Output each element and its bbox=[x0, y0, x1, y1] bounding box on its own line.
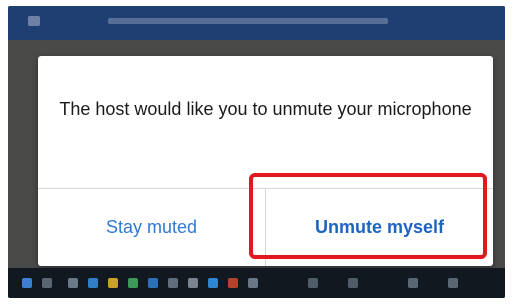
start-icon[interactable] bbox=[22, 278, 32, 288]
window-title-bar bbox=[8, 6, 505, 40]
app-icon[interactable] bbox=[308, 278, 318, 288]
app-icon[interactable] bbox=[88, 278, 98, 288]
search-icon[interactable] bbox=[42, 278, 52, 288]
screenshot-frame: The host would like you to unmute your m… bbox=[0, 0, 513, 306]
screen: The host would like you to unmute your m… bbox=[8, 6, 505, 298]
app-icon[interactable] bbox=[228, 278, 238, 288]
app-icon[interactable] bbox=[68, 278, 78, 288]
app-icon[interactable] bbox=[168, 278, 178, 288]
title-bar-text-blur bbox=[108, 18, 388, 24]
app-icon[interactable] bbox=[408, 278, 418, 288]
app-icon[interactable] bbox=[348, 278, 358, 288]
app-icon[interactable] bbox=[248, 278, 258, 288]
dialog-message: The host would like you to unmute your m… bbox=[59, 99, 472, 119]
app-icon[interactable] bbox=[448, 278, 458, 288]
app-icon[interactable] bbox=[108, 278, 118, 288]
unmute-request-dialog: The host would like you to unmute your m… bbox=[38, 56, 493, 266]
app-icon[interactable] bbox=[148, 278, 158, 288]
app-icon[interactable] bbox=[128, 278, 138, 288]
unmute-myself-button[interactable]: Unmute myself bbox=[266, 189, 493, 266]
taskbar bbox=[8, 268, 505, 298]
stay-muted-button[interactable]: Stay muted bbox=[38, 189, 265, 266]
app-icon[interactable] bbox=[208, 278, 218, 288]
window-icon bbox=[28, 16, 40, 26]
app-icon[interactable] bbox=[188, 278, 198, 288]
